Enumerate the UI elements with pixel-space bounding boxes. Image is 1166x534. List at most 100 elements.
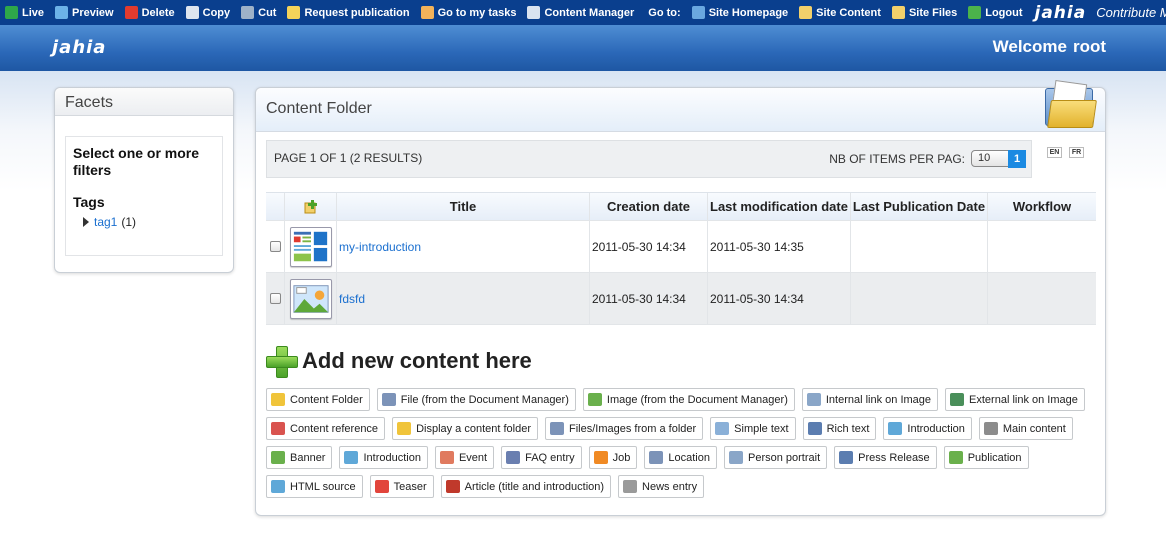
- toolbar-item-label: Logout: [985, 6, 1023, 19]
- welcome-text: Welcome root: [993, 37, 1106, 57]
- row-modified: 2011-05-30 14:35: [708, 221, 851, 272]
- toolbar-cut-button[interactable]: Cut: [236, 0, 282, 25]
- toolbar-item-label: Site Homepage: [708, 6, 789, 19]
- event-icon: [439, 451, 454, 464]
- add-item-icon[interactable]: [304, 199, 318, 214]
- table-header-row: Title Creation date Last modification da…: [266, 192, 1096, 221]
- tag-link[interactable]: tag1: [94, 215, 117, 229]
- language-en-button[interactable]: EN: [1047, 147, 1062, 158]
- row-checkbox[interactable]: [269, 293, 281, 304]
- add-display-a-content-folder-button[interactable]: Display a content folder: [392, 417, 539, 440]
- add-news-entry-button[interactable]: News entry: [618, 475, 705, 498]
- toolbar-go-to-my-tasks-button[interactable]: Go to my tasks: [416, 0, 523, 25]
- image-thumb-icon[interactable]: [289, 278, 332, 319]
- column-header-published[interactable]: Last Publication Date: [851, 193, 988, 220]
- add-teaser-button[interactable]: Teaser: [369, 475, 434, 498]
- content-type-label: HTML source: [290, 480, 356, 493]
- tasks-icon: [420, 6, 434, 19]
- rich-text-icon: [807, 422, 822, 435]
- toolbar-logout-button[interactable]: Logout: [963, 0, 1028, 25]
- toolbar-site-files-button[interactable]: Site Files: [887, 0, 963, 25]
- content-type-label: Content reference: [290, 422, 379, 435]
- column-header-title[interactable]: Title: [337, 193, 590, 220]
- external-link-icon: [950, 393, 965, 406]
- content-type-label: News entry: [642, 480, 698, 493]
- add-html-source-button[interactable]: HTML source: [266, 475, 363, 498]
- pager-bar: PAGE 1 OF 1 (2 RESULTS) NB OF ITEMS PER …: [266, 140, 1032, 178]
- table-row[interactable]: my-introduction 2011-05-30 14:34 2011-05…: [266, 221, 1096, 273]
- job-icon: [593, 451, 608, 464]
- toolbar-site-homepage-button[interactable]: Site Homepage: [687, 0, 794, 25]
- toolbar-item-label: Site Content: [816, 6, 881, 19]
- toolbar-preview-button[interactable]: Preview: [50, 0, 120, 25]
- add-file-from-the-document-manager-button[interactable]: File (from the Document Manager): [376, 388, 576, 411]
- toolbar-jahia-logo: jahia: [1034, 2, 1087, 23]
- add-main-content-button[interactable]: Main content: [978, 417, 1073, 440]
- language-fr-button[interactable]: FR: [1069, 147, 1084, 158]
- add-banner-button[interactable]: Banner: [266, 446, 333, 469]
- content-type-label: Rich text: [826, 422, 870, 435]
- content-type-row: Content Folder File (from the Document Ma…: [266, 388, 1092, 411]
- column-header-modified[interactable]: Last modification date: [708, 193, 851, 220]
- top-toolbar: Live Preview Delete Copy Cut Request publicat…: [0, 0, 1166, 25]
- faq-icon: [506, 451, 521, 464]
- row-title-link[interactable]: fdsfd: [339, 292, 365, 306]
- folder-display-icon: [397, 422, 412, 435]
- add-press-release-button[interactable]: Press Release: [834, 446, 937, 469]
- person-icon: [728, 451, 743, 464]
- add-introduction-button[interactable]: Introduction: [339, 446, 428, 469]
- content-folder-icon: [1043, 79, 1097, 128]
- add-location-button[interactable]: Location: [644, 446, 717, 469]
- add-introduction-button[interactable]: Introduction: [883, 417, 972, 440]
- facets-filter-box: Select one or more filters Tags tag1 (1): [65, 136, 223, 256]
- introduction-thumb-icon[interactable]: [289, 226, 332, 267]
- content-type-label: Display a content folder: [416, 422, 532, 435]
- introduction-icon: [344, 451, 359, 464]
- add-person-portrait-button[interactable]: Person portrait: [723, 446, 828, 469]
- introduction-icon: [888, 422, 903, 435]
- add-content-reference-button[interactable]: Content reference: [266, 417, 386, 440]
- expand-triangle-icon[interactable]: [83, 217, 89, 227]
- toolbar-content-manager-button[interactable]: Content Manager: [522, 0, 640, 25]
- toolbar-live-button[interactable]: Live: [0, 0, 50, 25]
- content-type-label: Article (title and introduction): [464, 480, 605, 493]
- facets-lead: Select one or more filters: [73, 145, 200, 178]
- add-content-folder-button[interactable]: Content Folder: [266, 388, 370, 411]
- column-header-created[interactable]: Creation date: [590, 193, 708, 220]
- files-images-icon: [550, 422, 565, 435]
- add-job-button[interactable]: Job: [588, 446, 638, 469]
- add-rich-text-button[interactable]: Rich text: [802, 417, 877, 440]
- row-title-link[interactable]: my-introduction: [339, 240, 421, 254]
- column-header-workflow[interactable]: Workflow: [988, 193, 1096, 220]
- welcome-label: Welcome: [992, 37, 1067, 56]
- facets-panel: Facets Select one or more filters Tags t…: [54, 87, 234, 273]
- toolbar-item-label: Site Files: [908, 6, 958, 19]
- add-image-from-the-document-manager-button[interactable]: Image (from the Document Manager): [582, 388, 795, 411]
- row-workflow: [988, 221, 1096, 272]
- add-faq-entry-button[interactable]: FAQ entry: [501, 446, 582, 469]
- page-number-button[interactable]: 1: [1008, 150, 1026, 168]
- table-row[interactable]: fdsfd 2011-05-30 14:34 2011-05-30 14:34: [266, 273, 1096, 325]
- items-per-page-label: NB OF ITEMS PER PAG:: [829, 151, 965, 166]
- image-icon: [587, 393, 602, 406]
- pager-text: PAGE 1 OF 1 (2 RESULTS): [274, 151, 423, 165]
- add-event-button[interactable]: Event: [434, 446, 495, 469]
- toolbar-item-label: Go to my tasks: [437, 6, 517, 19]
- toolbar-copy-button[interactable]: Copy: [181, 0, 237, 25]
- toolbar-site-content-button[interactable]: Site Content: [794, 0, 887, 25]
- content-folder-panel: Content Folder PAGE 1 OF 1 (2 RESULTS) N…: [255, 79, 1106, 516]
- content-type-label: Content Folder: [290, 393, 363, 406]
- add-files-images-from-a-folder-button[interactable]: Files/Images from a folder: [545, 417, 704, 440]
- toolbar-delete-button[interactable]: Delete: [120, 0, 181, 25]
- add-plus-icon: [266, 346, 298, 378]
- row-checkbox[interactable]: [269, 241, 281, 252]
- toolbar-request-publication-button[interactable]: Request publication: [282, 0, 415, 25]
- add-article-title-and-introduction-button[interactable]: Article (title and introduction): [440, 475, 612, 498]
- add-simple-text-button[interactable]: Simple text: [710, 417, 796, 440]
- header-band: jahia Welcome root: [0, 25, 1166, 71]
- tag-filter-item[interactable]: tag1 (1): [83, 215, 215, 229]
- add-publication-button[interactable]: Publication: [943, 446, 1029, 469]
- add-external-link-on-image-button[interactable]: External link on Image: [945, 388, 1085, 411]
- site-content-icon: [799, 6, 813, 19]
- add-internal-link-on-image-button[interactable]: Internal link on Image: [801, 388, 939, 411]
